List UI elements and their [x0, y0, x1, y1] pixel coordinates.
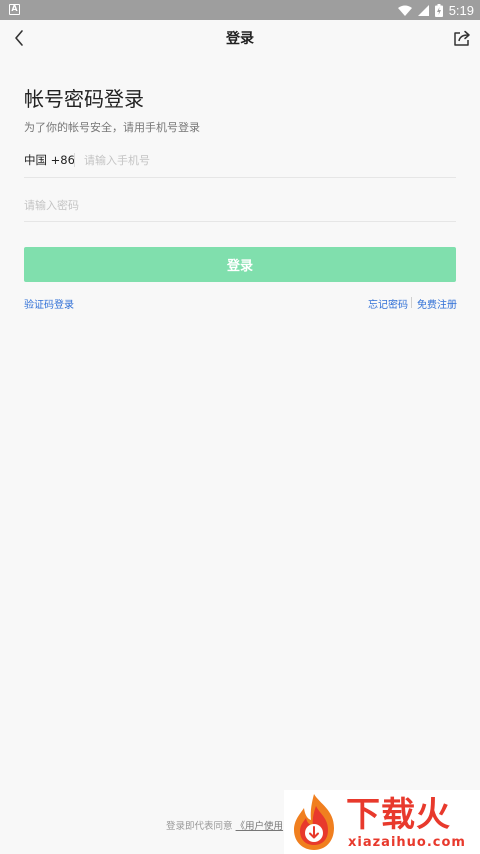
phone-divider [74, 153, 75, 167]
login-button[interactable]: 登录 [24, 247, 456, 282]
watermark-title: 下载火 [346, 795, 451, 835]
password-input[interactable] [24, 196, 444, 214]
register-link[interactable]: 免费注册 [417, 296, 457, 311]
country-code-selector[interactable]: 中国 +86 [24, 152, 75, 168]
watermark: 下载火 xiazaihuo.com [284, 790, 480, 854]
share-button[interactable] [450, 26, 474, 50]
battery-icon [434, 3, 443, 17]
links-divider [411, 297, 412, 308]
share-icon [454, 30, 470, 46]
watermark-url: xiazaihuo.com [348, 835, 466, 850]
sms-login-link[interactable]: 验证码登录 [24, 296, 74, 311]
status-time: 5:19 [448, 2, 474, 18]
flame-download-icon [294, 794, 334, 850]
login-subheading: 为了你的帐号安全，请用手机号登录 [24, 121, 200, 134]
status-bar: A 5:19 [0, 0, 480, 20]
terms-link[interactable]: 《用户使用 [236, 821, 284, 832]
phone-input[interactable] [84, 151, 444, 169]
login-heading: 帐号密码登录 [24, 87, 144, 111]
footer-agreement: 登录即代表同意 《用户使用 [166, 818, 283, 832]
password-row [24, 187, 456, 222]
footer-agree-text: 登录即代表同意 [166, 821, 233, 832]
phone-row: 中国 +86 [24, 143, 456, 178]
forgot-password-link[interactable]: 忘记密码 [368, 296, 408, 311]
app-bar: 登录 [0, 20, 480, 56]
signal-icon [417, 4, 429, 16]
page-title: 登录 [226, 31, 254, 47]
wifi-icon [397, 5, 412, 16]
status-icons: 5:19 [397, 0, 474, 20]
notification-a-icon: A [9, 4, 20, 15]
